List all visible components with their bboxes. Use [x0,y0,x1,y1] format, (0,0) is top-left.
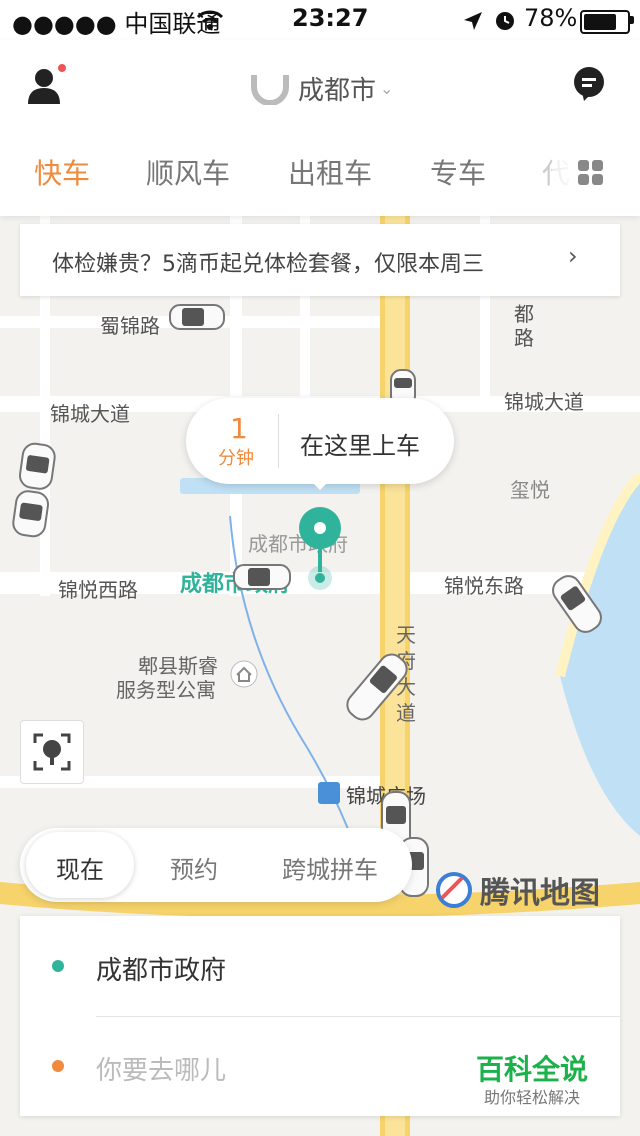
origin-dot-icon [52,960,64,972]
destination-input[interactable]: 你要去哪儿 [96,1050,226,1087]
tab-kuaiche[interactable]: 快车 [34,152,90,192]
ride-mode-tabs: 现在 预约 跨城拼车 [20,828,412,902]
mode-now[interactable]: 现在 [56,850,104,885]
location-arrow-icon [464,12,482,30]
header: 成都市 ⌄ 快车 顺风车 出租车 专车 代 [0,40,640,216]
map-label-shujin: 蜀锦路 [100,314,160,338]
eta-unit: 分钟 [218,448,254,469]
map-label-jinyue-west: 锦悦西路 [58,578,138,602]
mode-reserve[interactable]: 预约 [170,850,218,885]
clock: 23:27 [292,4,369,32]
didi-logo-icon [251,75,289,105]
watermark-title: 百科全说 [476,1053,589,1086]
car-icon [169,304,225,330]
chevron-down-icon: ⌄ [380,78,394,98]
map-label-jinyue-east: 锦悦东路 [444,574,524,598]
map-label-apt-2: 服务型公寓 [116,678,216,702]
watermark-subtitle: 助你轻松解决 [484,1088,581,1107]
pickup-here-label: 在这里上车 [300,432,420,460]
promo-banner[interactable]: 体检嫌贵？5滴币起兑体检套餐，仅限本周三 › [20,224,620,296]
carrier-label: ●●●●● 中国联通 [12,10,221,38]
destination-dot-icon [52,1060,64,1072]
map-watermark: 腾讯地图 [434,868,600,912]
chevron-right-icon: › [568,242,578,270]
alarm-icon [496,12,514,30]
wifi-icon [196,10,224,30]
tab-zhuanche[interactable]: 专车 [430,152,486,192]
battery-percent: 78% [524,4,578,32]
message-button[interactable] [572,66,606,102]
chat-bubble-icon [574,67,604,101]
city-label: 成都市 [298,75,377,106]
battery-icon [580,10,630,34]
trip-card: 成都市政府 你要去哪儿 百科全说 助你轻松解决 [20,916,620,1116]
user-icon [28,64,66,104]
mode-intercity[interactable]: 跨城拼车 [282,850,378,885]
tencent-map-logo-icon [436,872,472,908]
pickup-pin[interactable] [298,506,342,590]
divider [96,1016,620,1017]
metro-icon [318,782,340,804]
grid-icon[interactable] [578,160,604,186]
watermark-text: 腾讯地图 [480,876,600,911]
tab-shunfengche[interactable]: 顺风车 [146,152,230,192]
map-label-xiyue: 玺悦 [510,478,550,502]
pickup-bubble[interactable]: 1 分钟 在这里上车 [186,398,454,490]
origin-field[interactable]: 成都市政府 [96,950,226,987]
car-icon [233,564,291,590]
map-label-jincheng-east: 锦城大道 [504,390,584,414]
map-pin-icon [299,507,341,590]
locate-button[interactable] [20,720,84,784]
eta-minutes: 1 [230,412,248,445]
map-label-jincheng-west: 锦城大道 [50,402,130,426]
tab-chuzuche[interactable]: 出租车 [288,152,372,192]
divider [278,414,279,468]
house-poi-icon [230,660,258,688]
profile-button[interactable] [28,64,68,104]
city-selector[interactable]: 成都市 ⌄ [250,68,393,108]
locate-icon [33,733,71,771]
map-label-vertical-road: 都路 [514,302,534,350]
status-bar: ●●●●● 中国联通 23:27 78% [0,0,640,40]
promo-text: 体检嫌贵？5滴币起兑体检套餐，仅限本周三 [52,252,484,277]
